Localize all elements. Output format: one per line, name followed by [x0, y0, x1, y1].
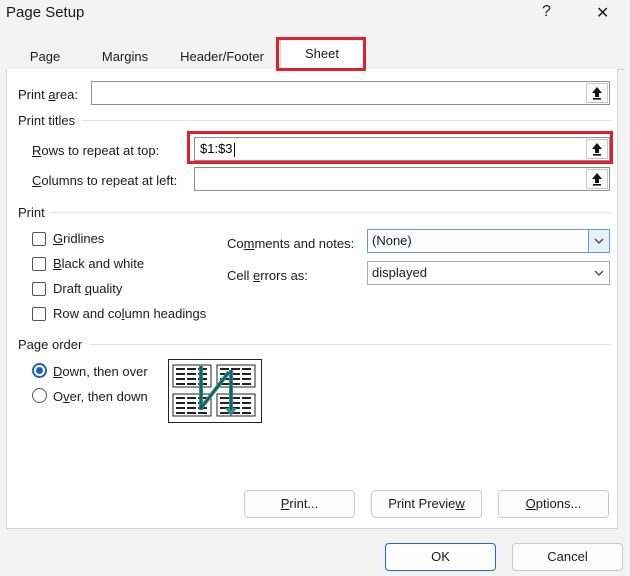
tab-margins[interactable]: Margins — [88, 46, 162, 68]
dialog-title: Page Setup — [6, 4, 85, 21]
collapse-arrow-icon — [592, 143, 602, 156]
black-and-white-checkbox[interactable] — [32, 257, 46, 271]
cancel-button[interactable]: Cancel — [512, 543, 623, 571]
rows-to-repeat-input[interactable]: $1:$3 — [194, 137, 610, 161]
page-order-preview-image — [168, 359, 262, 423]
print-area-label: Print area: — [18, 87, 78, 102]
print-preview-button[interactable]: Print Preview — [371, 490, 482, 518]
text-cursor — [233, 142, 235, 157]
tab-header-footer[interactable]: Header/Footer — [172, 46, 272, 68]
black-and-white-label: Black and white — [53, 256, 145, 271]
row-column-headings-label: Row and column headings — [53, 306, 207, 321]
columns-to-repeat-input[interactable] — [194, 167, 610, 191]
rows-to-repeat-label: Rows to repeat at top: — [32, 143, 160, 158]
print-button[interactable]: Print... — [244, 490, 355, 518]
chevron-down-icon — [588, 230, 609, 252]
help-button[interactable]: ? — [542, 3, 551, 21]
rows-collapse-button[interactable] — [586, 139, 608, 159]
print-divider — [50, 212, 612, 213]
page-order-divider — [90, 344, 612, 345]
columns-collapse-button[interactable] — [586, 169, 608, 189]
rows-to-repeat-value: $1:$3 — [200, 141, 233, 156]
page-order-diagram-icon — [172, 364, 256, 417]
over-then-down-radio[interactable] — [32, 388, 47, 403]
comments-select[interactable]: (None) — [367, 229, 610, 253]
print-area-collapse-button[interactable] — [586, 83, 608, 103]
print-heading: Print — [18, 205, 45, 220]
columns-to-repeat-label: Columns to repeat at left: — [32, 173, 178, 188]
chevron-down-icon — [589, 262, 609, 284]
tab-page[interactable]: Page — [14, 46, 76, 68]
draft-quality-label: Draft quality — [53, 281, 123, 296]
ok-button[interactable]: OK — [385, 543, 496, 571]
comments-label: Comments and notes: — [227, 236, 355, 251]
collapse-arrow-icon — [592, 173, 602, 186]
down-then-over-radio[interactable] — [32, 363, 47, 378]
options-button[interactable]: Options... — [498, 490, 609, 518]
gridlines-label: Gridlines — [53, 231, 105, 246]
draft-quality-checkbox[interactable] — [32, 282, 46, 296]
row-column-headings-checkbox[interactable] — [32, 307, 46, 321]
tab-sheet[interactable]: Sheet — [280, 38, 364, 70]
print-titles-heading: Print titles — [18, 113, 76, 128]
close-button[interactable]: ✕ — [596, 3, 609, 23]
page-order-heading: Page order — [18, 337, 83, 352]
print-area-input[interactable] — [91, 81, 610, 105]
cell-errors-select[interactable]: displayed — [367, 261, 610, 285]
print-titles-divider — [82, 120, 612, 121]
cell-errors-label: Cell errors as: — [227, 268, 308, 283]
gridlines-checkbox[interactable] — [32, 232, 46, 246]
cell-errors-select-value: displayed — [372, 265, 427, 280]
down-then-over-label: Down, then over — [53, 364, 148, 379]
over-then-down-label: Over, then down — [53, 389, 148, 404]
comments-select-value: (None) — [372, 233, 412, 248]
collapse-arrow-icon — [592, 87, 602, 100]
